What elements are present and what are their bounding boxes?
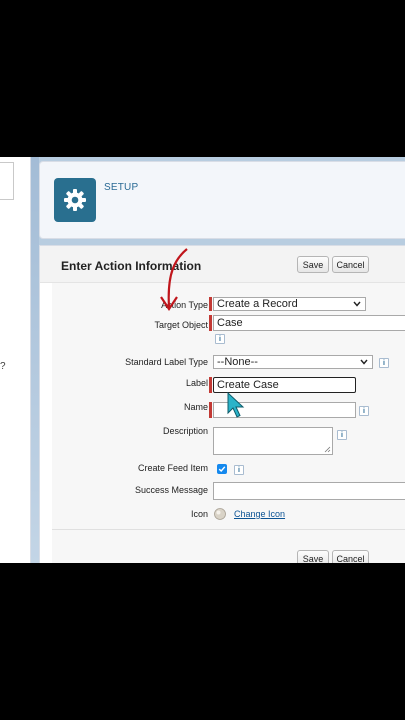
annotation-arrow: [160, 248, 188, 311]
target-object-field[interactable]: Case: [213, 315, 405, 331]
target-object-label: Target Object: [154, 320, 208, 330]
label-value: Create Case: [217, 379, 279, 391]
success-message-input[interactable]: [213, 482, 405, 500]
success-message-label: Success Message: [134, 485, 208, 495]
info-icon[interactable]: i: [359, 406, 369, 416]
required-marker: [209, 377, 212, 393]
name-label: Name: [183, 402, 208, 412]
save-button[interactable]: Save: [297, 256, 329, 273]
info-icon[interactable]: i: [379, 358, 389, 368]
checkmark-icon: [218, 466, 226, 473]
left-panel-glyph: ?: [0, 361, 6, 372]
icon-preview: [214, 508, 226, 520]
target-object-value: Case: [217, 317, 243, 329]
description-textarea[interactable]: [213, 427, 333, 455]
setup-title: SETUP: [104, 182, 139, 193]
description-label: Description: [162, 426, 208, 436]
create-feed-item-checkbox[interactable]: [217, 464, 227, 474]
action-type-value: Create a Record: [217, 298, 298, 310]
required-marker: [209, 402, 212, 418]
form-header: Enter Action Information Save Cancel: [40, 246, 405, 283]
chevron-down-icon: [360, 359, 368, 365]
required-marker: [209, 315, 212, 331]
salesforce-screen: ? SETUP Enter Action Information Save Ca…: [0, 157, 405, 563]
setup-header: SETUP: [39, 161, 405, 239]
info-icon[interactable]: i: [234, 465, 244, 475]
cancel-button[interactable]: Cancel: [332, 256, 369, 273]
action-type-select[interactable]: Create a Record: [213, 297, 366, 311]
left-panel-box: [0, 162, 14, 200]
save-button-bottom[interactable]: Save: [297, 550, 329, 563]
icon-label: Icon: [190, 509, 208, 519]
create-feed-item-label: Create Feed Item: [137, 463, 208, 473]
standard-label-type-select[interactable]: --None--: [213, 355, 373, 369]
change-icon-link[interactable]: Change Icon: [234, 509, 285, 519]
cancel-button-bottom[interactable]: Cancel: [332, 550, 369, 563]
setup-tile: [54, 178, 96, 222]
required-marker: [209, 297, 212, 311]
action-form: Enter Action Information Save Cancel Act…: [39, 245, 405, 563]
left-panel: ?: [0, 157, 31, 563]
info-icon[interactable]: i: [337, 430, 347, 440]
standard-label-type-value: --None--: [217, 356, 258, 368]
resize-handle-icon[interactable]: [324, 446, 331, 453]
background-strip: [31, 157, 39, 563]
chevron-down-icon: [353, 301, 361, 307]
mouse-cursor-icon: [227, 391, 245, 418]
form-footer-divider: [52, 529, 405, 530]
form-body: Action Type Target Object Standard Label…: [52, 283, 405, 563]
standard-label-type-label: Standard Label Type: [125, 357, 208, 367]
info-icon[interactable]: i: [215, 334, 225, 344]
gear-icon: [64, 189, 86, 211]
label-label: Label: [185, 378, 208, 388]
